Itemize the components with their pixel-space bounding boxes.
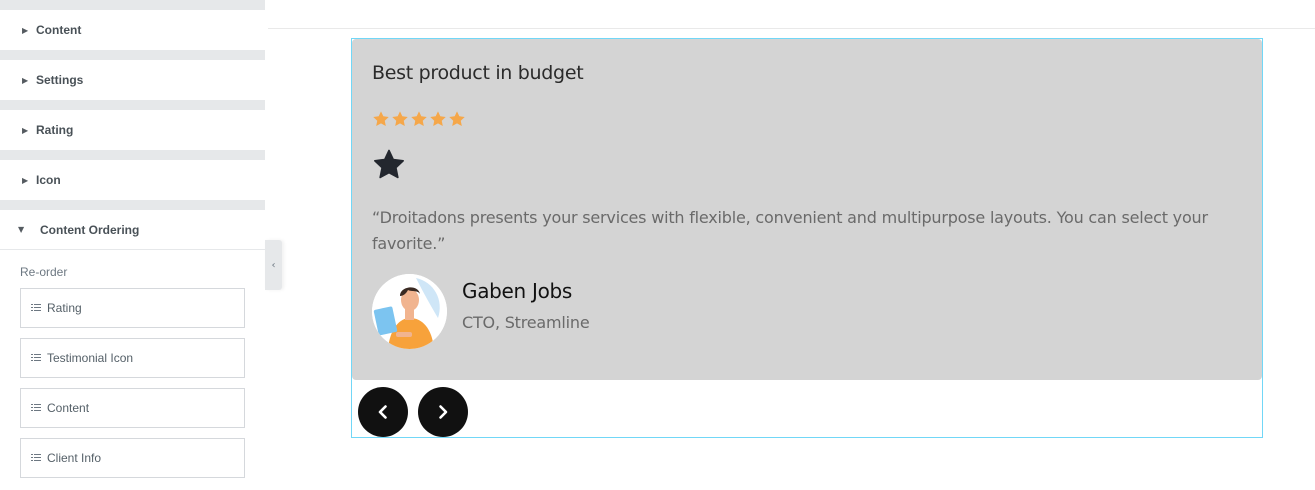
section-rating[interactable]: ▶ Rating <box>0 110 265 150</box>
chevron-right-icon <box>439 405 448 419</box>
caret-right-icon: ▶ <box>22 125 29 135</box>
reorder-item-label: Rating <box>47 301 82 315</box>
rating-star-icon <box>373 111 389 127</box>
section-label: Settings <box>36 73 84 87</box>
reorder-item-content[interactable]: Content <box>20 388 245 428</box>
client-role: CTO, Streamline <box>462 313 590 332</box>
client-avatar <box>372 274 447 349</box>
carousel-prev-button[interactable] <box>358 387 408 437</box>
caret-right-icon: ▶ <box>22 25 29 35</box>
section-label: Content Ordering <box>40 222 140 237</box>
reorder-item-rating[interactable]: Rating <box>20 288 245 328</box>
editor-panel: ▶ Content ▶ Settings ▶ Rating ▶ Icon ▼ C… <box>0 0 265 490</box>
testimonial-title: Best product in budget <box>372 62 584 84</box>
rating-star-icon <box>411 111 427 127</box>
section-settings[interactable]: ▶ Settings <box>0 60 265 100</box>
list-icon <box>31 354 41 362</box>
star-icon <box>372 148 406 186</box>
caret-down-icon: ▼ <box>18 225 25 234</box>
section-icon[interactable]: ▶ Icon <box>0 160 265 200</box>
caret-right-icon: ▶ <box>22 75 29 85</box>
rating-star-icon <box>430 111 446 127</box>
section-label: Icon <box>36 173 61 187</box>
section-content-ordering: ▼ Content Ordering Re-order Rating Testi… <box>0 210 265 490</box>
canvas-divider <box>268 28 1315 29</box>
section-label: Content <box>36 23 82 37</box>
caret-right-icon: ▶ <box>22 175 29 185</box>
reorder-item-label: Client Info <box>47 451 102 465</box>
collapse-panel-button[interactable]: ‹ <box>265 240 282 290</box>
rating-star-icon <box>392 111 408 127</box>
reorder-item-testimonial-icon[interactable]: Testimonial Icon <box>20 338 245 378</box>
client-name: Gaben Jobs <box>462 279 573 303</box>
rating-stars <box>372 110 467 128</box>
reorder-item-label: Testimonial Icon <box>47 351 134 365</box>
section-label: Rating <box>36 123 74 137</box>
list-icon <box>31 454 41 462</box>
rating-star-icon <box>449 111 465 127</box>
section-content[interactable]: ▶ Content <box>0 10 265 50</box>
chevron-left-icon: ‹ <box>271 259 276 271</box>
reorder-item-label: Content <box>47 401 90 415</box>
carousel-next-button[interactable] <box>418 387 468 437</box>
testimonial-quote: “Droitadons presents your services with … <box>372 208 1208 253</box>
list-icon <box>31 404 41 412</box>
chevron-left-icon <box>378 405 387 419</box>
reorder-label: Re-order <box>20 265 68 279</box>
section-content-ordering-header[interactable]: ▼ Content Ordering <box>0 210 265 250</box>
panel-top-strip <box>0 0 265 10</box>
list-icon <box>31 304 41 312</box>
reorder-item-client-info[interactable]: Client Info <box>20 438 245 478</box>
